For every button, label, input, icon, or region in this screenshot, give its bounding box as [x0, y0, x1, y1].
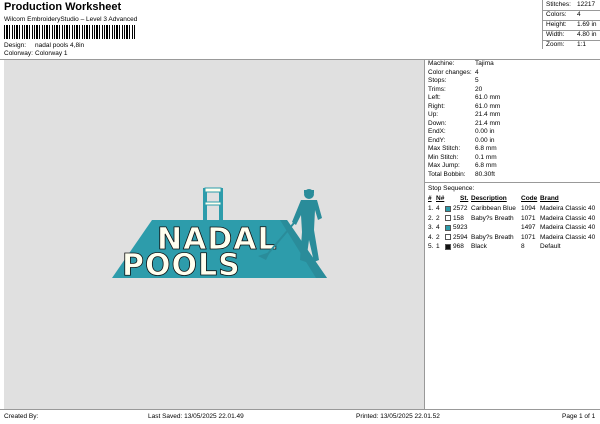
- stop-needle: 2: [436, 233, 440, 241]
- stat-zoom: Zoom: 1:1: [546, 41, 587, 48]
- stop-needle: 1: [436, 243, 440, 250]
- colorway-label: Colorway:: [4, 50, 33, 57]
- divider: [542, 20, 600, 21]
- stop-sequence-title: Stop Sequence:: [428, 185, 475, 192]
- ladder-rung-mid: [204, 201, 222, 206]
- col-header-description: Description: [471, 195, 507, 202]
- stop-code: 1071: [521, 214, 536, 222]
- stop-code: 1094: [521, 205, 536, 212]
- col-header-needle: N#: [436, 195, 445, 202]
- software-subtitle: Wilcom EmbroideryStudio – Level 3 Advanc…: [4, 16, 138, 23]
- stop-brand: Madeira Classic 40: [540, 214, 596, 222]
- divider: [425, 182, 600, 183]
- design-label: Design:: [4, 42, 27, 49]
- ladder-rung-top: [204, 187, 222, 193]
- stop-stitches: 5923: [453, 224, 468, 231]
- stop-num: 5.: [428, 243, 434, 250]
- stop-stitches: 968: [453, 243, 464, 250]
- stop-brand: Madeira Classic 40: [540, 224, 596, 231]
- stop-brand: Madeira Classic 40: [540, 205, 596, 212]
- stop-description: Black: [471, 243, 487, 250]
- stop-sequence-row: 4. 2 2594 Baby?s Breath 1071 Madeira Classic …: [425, 233, 600, 243]
- stop-description: Baby?s Breath: [471, 233, 514, 241]
- stop-needle: 4: [436, 205, 440, 212]
- stop-needle: 4: [436, 224, 440, 231]
- stop-num: 2.: [428, 214, 434, 222]
- worksheet-title: Production Worksheet: [4, 1, 122, 13]
- footer-printed: Printed: 13/05/2025 22.01.52: [356, 413, 440, 420]
- nadal-pools-logo: NADAL POOLS: [112, 187, 327, 283]
- stop-num: 1.: [428, 205, 434, 212]
- design-canvas[interactable]: NADAL POOLS: [4, 60, 424, 409]
- colorway-row: Colorway: Colorway 1: [4, 50, 204, 58]
- footer: Created By: Last Saved: 13/05/2025 22.01…: [0, 410, 600, 424]
- stop-sequence-row: 1. 4 2572 Caribbean Blue 1094 Madeira Classic…: [425, 204, 600, 214]
- stat-height: Height: 1.69 in: [546, 21, 597, 28]
- stat-width: Width: 4.80 in: [546, 31, 597, 38]
- stat-colors: Colors: 4: [546, 11, 581, 18]
- stop-needle: 2: [436, 214, 440, 222]
- color-swatch-icon: [445, 234, 451, 240]
- stop-num: 4.: [428, 233, 434, 241]
- col-header-num: #: [428, 195, 432, 202]
- footer-created-by: Created By:: [4, 413, 39, 420]
- color-swatch-icon: [445, 205, 451, 212]
- color-swatch-icon: [445, 224, 451, 231]
- stop-sequence-row: 2. 2 158 Baby?s Breath 1071 Madeira Classic 4…: [425, 214, 600, 224]
- divider: [542, 40, 600, 41]
- col-header-code: Code: [521, 195, 538, 202]
- divider: [542, 10, 600, 11]
- divider: [542, 30, 600, 31]
- stat-stitches: Stitches: 12217: [546, 1, 596, 8]
- figure-cap: [304, 190, 314, 193]
- stop-stitches: 2594: [453, 233, 468, 241]
- stop-code: 1071: [521, 233, 536, 241]
- logo-text-pools: POOLS: [122, 248, 241, 283]
- stop-sequence-row: 3. 4 5923 1497 Madeira Classic 40: [425, 223, 600, 233]
- footer-page: Page 1 of 1: [562, 413, 596, 420]
- stop-brand: Default: [540, 243, 561, 250]
- col-header-brand: Brand: [540, 195, 559, 202]
- barcode: [4, 25, 136, 39]
- stop-sequence-row: 5. 1 968 Black 8 Default: [425, 242, 600, 252]
- color-swatch-icon: [445, 243, 451, 250]
- colorway-value: Colorway 1: [35, 50, 68, 57]
- design-value: nadal pools 4,8in: [35, 42, 85, 49]
- stop-num: 3.: [428, 224, 434, 231]
- footer-last-saved: Last Saved: 13/05/2025 22.01.49: [148, 413, 244, 420]
- stop-stitches: 2572: [453, 205, 468, 212]
- col-header-stitches: St.: [460, 195, 469, 202]
- stop-brand: Madeira Classic 40: [540, 233, 596, 241]
- color-swatch-icon: [445, 215, 451, 221]
- stop-stitches: 158: [453, 214, 464, 222]
- stop-description: Baby?s Breath: [471, 214, 514, 222]
- stop-code: 8: [521, 243, 525, 250]
- design-row: Design: nadal pools 4,8in: [4, 42, 204, 50]
- stop-description: Caribbean Blue: [471, 205, 516, 212]
- embroidery-design: NADAL POOLS: [112, 187, 327, 283]
- stop-code: 1497: [521, 224, 536, 231]
